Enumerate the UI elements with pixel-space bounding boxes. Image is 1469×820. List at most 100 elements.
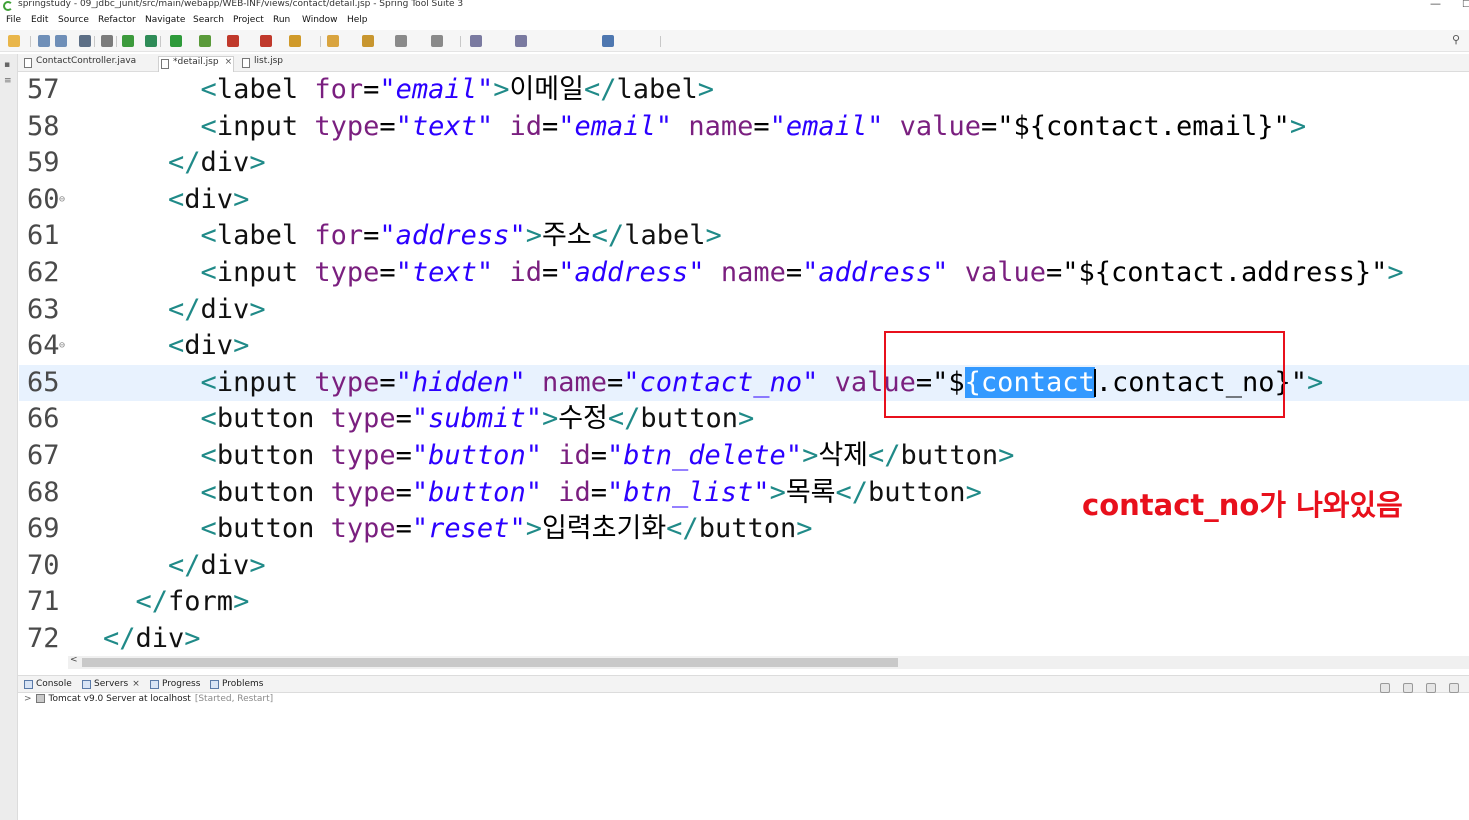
save-icon[interactable] [38, 35, 50, 47]
code-token: </ [168, 549, 201, 581]
editor-tab-bar: ContactController.java *detail.jsp × list.j… [18, 54, 1469, 72]
minimize-button[interactable]: — [1430, 0, 1441, 10]
code-token: "button" [411, 476, 542, 508]
code-line[interactable]: 64 ⊖ <div> [19, 328, 1469, 364]
code-line[interactable]: 65 <input type="hidden" name="contact_no… [19, 364, 1469, 401]
skip-breakpoints-icon[interactable] [101, 35, 113, 47]
code-line[interactable]: 70 </div> [19, 548, 1469, 584]
profile-server-icon[interactable] [1449, 683, 1460, 693]
debug-server-icon[interactable] [1403, 683, 1414, 693]
code-line[interactable]: 62 <input type="text" id="address" name=… [19, 255, 1469, 291]
search-icon[interactable]: ⚲ [1452, 33, 1460, 46]
package-explorer-icon[interactable]: ≡ [4, 76, 12, 86]
code-line[interactable]: 61 <label for="address">주소</label> [19, 218, 1469, 254]
line-number: 57 [27, 74, 60, 105]
code-token: = [590, 440, 607, 471]
code-editor[interactable]: 57 <label for="email">이메일</label> 58 <inp… [19, 72, 1469, 656]
print-icon[interactable] [79, 35, 91, 47]
editor-tab-list-jsp[interactable]: list.jsp [240, 56, 290, 72]
code-line[interactable]: 58 <input type="text" id="email" name="e… [19, 109, 1469, 145]
menu-file[interactable]: File [6, 15, 21, 25]
back-icon[interactable] [470, 35, 482, 47]
fold-collapse-icon[interactable]: ⊖ [59, 328, 65, 364]
debug-icon[interactable] [122, 35, 134, 47]
code-line[interactable]: 57 <label for="email">이메일</label> [19, 72, 1469, 108]
close-icon[interactable]: × [225, 57, 233, 67]
menu-project[interactable]: Project [233, 15, 264, 25]
servers-view: > Tomcat v9.0 Server at localhost [Started… [18, 694, 1469, 820]
menu-edit[interactable]: Edit [31, 15, 48, 25]
horizontal-scrollbar[interactable]: < [68, 655, 1469, 669]
code-token: > [737, 403, 755, 435]
editor-tab-detail-jsp[interactable]: *detail.jsp × [158, 56, 234, 72]
menu-source[interactable]: Source [58, 15, 89, 25]
bottom-view-tab-bar: Console Servers × Progress Problems [18, 675, 1469, 712]
code-text: <input type="text" id="email" name="emai… [103, 109, 1307, 145]
menu-run[interactable]: Run [273, 15, 290, 25]
open-type-icon[interactable] [289, 35, 301, 47]
close-icon[interactable]: × [132, 679, 140, 689]
line-number: 64 [27, 330, 60, 362]
scrollbar-thumb[interactable] [82, 658, 898, 667]
fold-collapse-icon[interactable]: ⊖ [59, 182, 65, 218]
bottom-tab-problems[interactable]: Problems [210, 679, 263, 689]
scroll-left-icon[interactable]: < [70, 655, 78, 665]
menu-search[interactable]: Search [193, 15, 224, 25]
menu-refactor[interactable]: Refactor [98, 15, 136, 25]
restore-icon[interactable]: ▪ [4, 60, 10, 70]
maximize-button[interactable]: □ [1462, 0, 1469, 9]
bottom-tab-console[interactable]: Console [24, 679, 72, 689]
code-text: <div> [103, 328, 249, 364]
bottom-tab-label: Progress [162, 679, 201, 689]
code-line[interactable]: 59 </div> [19, 145, 1469, 181]
line-number: 72 [27, 623, 60, 654]
code-line[interactable]: 67 <button type="button" id="btn_delete"… [19, 438, 1469, 474]
new-icon[interactable] [8, 35, 20, 47]
bottom-tab-servers[interactable]: Servers × [82, 679, 140, 689]
toolbar-separator [160, 36, 161, 47]
code-token: for [314, 220, 364, 252]
code-token: < [200, 220, 217, 252]
run-coverage-icon[interactable] [199, 35, 211, 47]
previous-annotation-icon[interactable] [431, 35, 443, 47]
stop-icon[interactable] [260, 35, 272, 47]
menu-help[interactable]: Help [347, 15, 368, 25]
code-token: "text" [395, 110, 494, 142]
code-token: = [590, 476, 607, 508]
code-line[interactable]: 63 </div> [19, 292, 1469, 328]
code-token: < [200, 366, 217, 398]
start-server-icon[interactable] [1426, 683, 1437, 693]
save-all-icon[interactable] [55, 35, 67, 47]
code-line[interactable]: 72 </div> [19, 621, 1469, 657]
menu-window[interactable]: Window [302, 15, 338, 25]
code-text: <label for="email">이메일</label> [103, 72, 715, 108]
code-token: "address" [802, 257, 949, 288]
bottom-tab-progress[interactable]: Progress [150, 679, 200, 689]
code-token: </ [607, 403, 641, 435]
code-token: = [541, 110, 559, 142]
code-token: 수정 [558, 403, 608, 435]
pin-editor-icon[interactable] [602, 35, 614, 47]
collapse-icon[interactable] [1380, 683, 1390, 693]
file-icon [242, 58, 250, 68]
external-tools-icon[interactable] [227, 35, 239, 47]
next-annotation-icon[interactable] [395, 35, 407, 47]
search-icon-tb[interactable] [362, 35, 374, 47]
expand-chevron-icon[interactable]: > [24, 694, 32, 704]
code-line[interactable]: 71 </form> [19, 584, 1469, 620]
menu-navigate[interactable]: Navigate [145, 15, 185, 25]
code-token: input [216, 366, 315, 398]
refresh-icon[interactable] [145, 35, 157, 47]
server-row-tomcat[interactable]: > Tomcat v9.0 Server at localhost [Started… [24, 694, 273, 704]
forward-icon[interactable] [515, 35, 527, 47]
open-task-icon[interactable] [327, 35, 339, 47]
editor-tab-contactcontroller-java[interactable]: ContactController.java [22, 56, 152, 72]
code-line[interactable]: 66 <button type="submit">수정</button> [19, 401, 1469, 437]
code-line[interactable]: 60 ⊖ <div> [19, 182, 1469, 218]
run-icon[interactable] [170, 35, 182, 47]
